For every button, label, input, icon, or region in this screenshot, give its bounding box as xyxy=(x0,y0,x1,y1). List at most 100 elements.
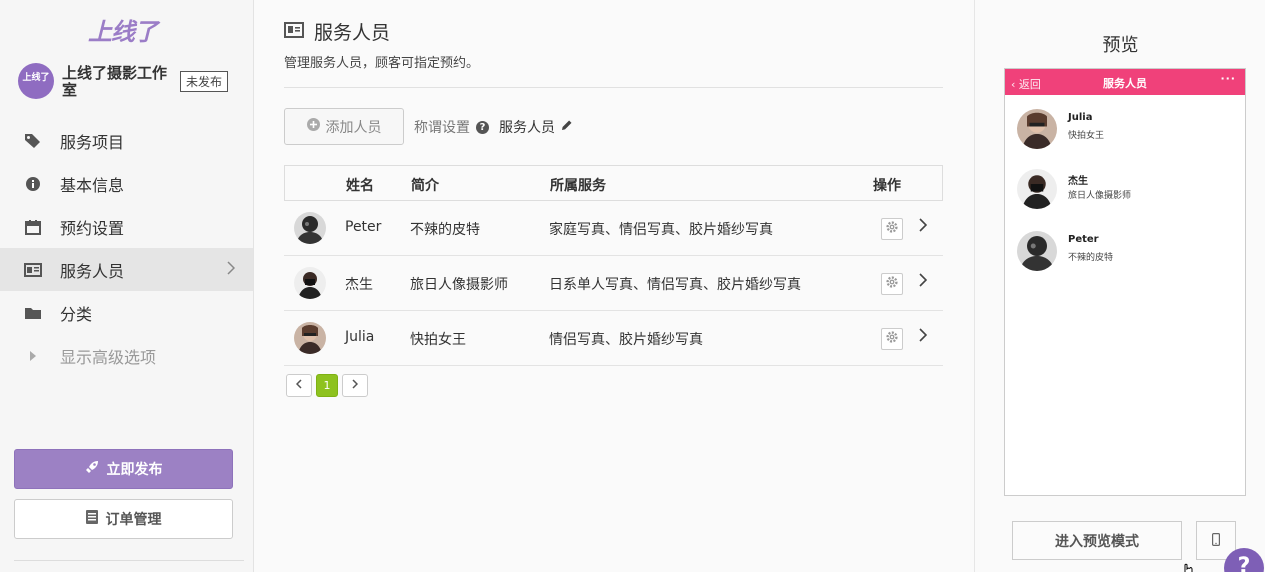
mobile-phone-icon xyxy=(1212,531,1221,550)
prev-page-button[interactable] xyxy=(286,374,312,397)
sidebar-item-booking-settings[interactable]: 预约设置 xyxy=(0,205,253,248)
column-header-services: 所属服务 xyxy=(550,178,606,194)
chevron-right-icon xyxy=(352,379,359,392)
phone-title: 服务人员 xyxy=(1103,77,1147,90)
brand-logo[interactable]: 上线了 xyxy=(88,12,158,47)
sidebar-item-services[interactable]: 服务项目 xyxy=(0,119,253,162)
phone-list-item[interactable]: 杰生 旅日人像摄影师 xyxy=(1017,169,1237,211)
sidebar: 上线了 上线了 上线了摄影工作室 未发布 服务项目 基本信息 预约设置 服务人员… xyxy=(0,0,254,572)
phone-list-item[interactable]: Peter 不辣的皮特 xyxy=(1017,231,1237,273)
sidebar-item-label: 显示高级选项 xyxy=(60,347,157,367)
gear-icon xyxy=(886,276,898,292)
staff-services: 家庭写真、情侣写真、胶片婚纱写真 xyxy=(549,222,773,238)
current-title-text: 服务人员 xyxy=(499,120,555,136)
chevron-right-icon[interactable] xyxy=(919,327,928,346)
divider xyxy=(284,87,943,88)
hand-cursor-icon xyxy=(1181,562,1195,572)
plus-circle-icon xyxy=(306,118,320,135)
column-header-actions: 操作 xyxy=(873,178,901,194)
page-title-text: 服务人员 xyxy=(314,22,391,44)
column-header-intro: 简介 xyxy=(411,178,439,194)
phone-staff-desc: 快拍女王 xyxy=(1068,131,1105,141)
sidebar-item-label: 基本信息 xyxy=(60,175,125,195)
preview-panel: 预览 ‹ 返回 服务人员 ··· Julia 快拍女王 杰生 旅日人像摄影师 P… xyxy=(974,0,1265,572)
orders-button[interactable]: 订单管理 xyxy=(14,499,233,539)
staff-photo xyxy=(1017,169,1057,209)
gear-icon xyxy=(886,331,898,347)
add-staff-button[interactable]: 添加人员 xyxy=(284,108,404,145)
column-header-name: 姓名 xyxy=(346,178,374,194)
page-number-button[interactable]: 1 xyxy=(316,374,338,397)
staff-services: 日系单人写真、情侣写真、胶片婚纱写真 xyxy=(549,277,801,293)
title-setting-label: 称谓设置 xyxy=(414,120,470,136)
rocket-icon xyxy=(85,460,99,478)
current-title-editor[interactable]: 服务人员 xyxy=(499,117,573,137)
info-icon xyxy=(24,175,42,193)
preview-title: 预览 xyxy=(1102,35,1139,56)
enter-preview-button[interactable]: 进入预览模式 xyxy=(1012,521,1182,560)
staff-name: 杰生 xyxy=(345,277,373,293)
sidebar-item-label: 分类 xyxy=(60,304,93,324)
pencil-icon[interactable] xyxy=(561,119,573,135)
table-row[interactable]: Peter 不辣的皮特 家庭写真、情侣写真、胶片婚纱写真 xyxy=(284,201,943,256)
sidebar-item-staff[interactable]: 服务人员 xyxy=(0,248,253,291)
sidebar-item-categories[interactable]: 分类 xyxy=(0,291,253,334)
staff-photo xyxy=(294,322,326,354)
title-setting: 称谓设置 ? xyxy=(414,117,489,137)
staff-photo xyxy=(294,212,326,244)
help-icon[interactable]: ? xyxy=(476,120,489,134)
phone-staff-name: Julia xyxy=(1068,112,1093,123)
publish-label: 立即发布 xyxy=(106,462,163,478)
chevron-right-icon[interactable] xyxy=(919,272,928,291)
table-row[interactable]: 杰生 旅日人像摄影师 日系单人写真、情侣写真、胶片婚纱写真 xyxy=(284,256,943,311)
chevron-right-icon[interactable] xyxy=(919,217,928,236)
phone-staff-name: 杰生 xyxy=(1068,176,1088,187)
business-avatar: 上线了 xyxy=(18,63,54,99)
phone-preview: ‹ 返回 服务人员 ··· Julia 快拍女王 杰生 旅日人像摄影师 Pete… xyxy=(1004,68,1246,496)
page-title: 服务人员 xyxy=(284,18,390,45)
staff-photo xyxy=(1017,109,1057,149)
sidebar-item-label: 服务项目 xyxy=(60,132,125,152)
staff-intro: 不辣的皮特 xyxy=(410,222,480,238)
gear-icon xyxy=(886,221,898,237)
table-row[interactable]: Julia 快拍女王 情侣写真、胶片婚纱写真 xyxy=(284,311,943,366)
staff-photo xyxy=(294,267,326,299)
table-header: 姓名 简介 所属服务 操作 xyxy=(284,165,943,201)
sidebar-item-advanced-toggle[interactable]: 显示高级选项 xyxy=(0,334,253,377)
phone-staff-desc: 旅日人像摄影师 xyxy=(1068,191,1132,201)
sidebar-item-label: 服务人员 xyxy=(60,261,125,281)
id-card-icon xyxy=(24,261,42,279)
settings-button[interactable] xyxy=(881,218,903,240)
staff-table: 姓名 简介 所属服务 操作 Peter 不辣的皮特 家庭写真、情侣写真、胶片婚纱… xyxy=(284,165,943,366)
phone-list-item[interactable]: Julia 快拍女王 xyxy=(1017,109,1237,151)
main-content: 服务人员 管理服务人员，顾客可指定预约。 添加人员 称谓设置 ? 服务人员 姓名… xyxy=(254,0,973,572)
publish-button[interactable]: 立即发布 xyxy=(14,449,233,489)
chevron-left-icon xyxy=(295,379,302,392)
next-page-button[interactable] xyxy=(342,374,368,397)
orders-label: 订单管理 xyxy=(105,512,162,528)
calendar-icon xyxy=(24,218,42,236)
document-icon xyxy=(85,510,98,528)
settings-button[interactable] xyxy=(881,273,903,295)
page-description: 管理服务人员，顾客可指定预约。 xyxy=(284,56,480,71)
business-name: 上线了摄影工作室 xyxy=(62,64,168,99)
footer-link-left[interactable]: —— xyxy=(34,567,56,572)
settings-button[interactable] xyxy=(881,328,903,350)
staff-name: Julia xyxy=(345,329,375,345)
folder-icon xyxy=(24,304,42,322)
sidebar-footer: —— —— xyxy=(14,560,244,572)
more-icon[interactable]: ··· xyxy=(1220,72,1236,85)
id-card-icon xyxy=(284,21,304,43)
staff-intro: 旅日人像摄影师 xyxy=(410,277,508,293)
sidebar-nav: 服务项目 基本信息 预约设置 服务人员 分类 显示高级选项 xyxy=(0,119,253,377)
status-badge: 未发布 xyxy=(180,71,229,92)
phone-header: ‹ 返回 服务人员 ··· xyxy=(1005,69,1245,95)
footer-link-right[interactable]: —— xyxy=(164,567,186,572)
chevron-right-icon xyxy=(227,260,236,279)
phone-staff-desc: 不辣的皮特 xyxy=(1068,253,1114,263)
phone-staff-name: Peter xyxy=(1068,234,1099,245)
staff-services: 情侣写真、胶片婚纱写真 xyxy=(549,332,703,348)
sidebar-item-basic-info[interactable]: 基本信息 xyxy=(0,162,253,205)
add-staff-label: 添加人员 xyxy=(325,119,382,136)
caret-right-icon xyxy=(24,347,42,365)
